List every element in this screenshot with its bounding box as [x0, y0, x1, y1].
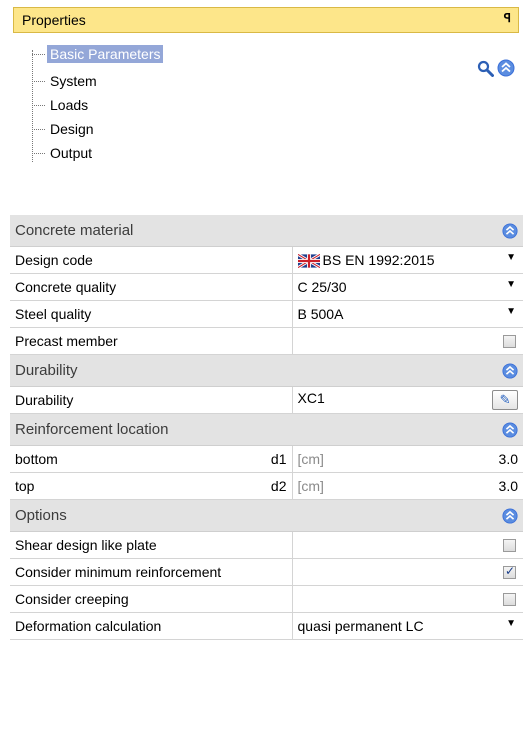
collapse-icon[interactable]: [502, 422, 518, 438]
unit-label: [cm]: [297, 478, 324, 494]
tree-line: [32, 50, 33, 162]
property-row-shear-design[interactable]: Shear design like plate: [10, 531, 524, 559]
category-concrete-material[interactable]: Concrete material: [10, 215, 524, 247]
property-grid: Concrete material Design code BS EN 1992…: [10, 215, 524, 640]
unit-label: [cm]: [297, 451, 324, 467]
symbol-label: d2: [270, 478, 287, 494]
top-cover-input[interactable]: [cm] 3.0: [291, 472, 524, 500]
property-label: Design code: [10, 246, 292, 274]
tree-item-label: Basic Parameters: [47, 45, 164, 63]
property-label: Consider minimum reinforcement: [10, 558, 292, 586]
uk-flag-icon: [297, 254, 320, 268]
property-label: Steel quality: [10, 300, 292, 328]
collapse-icon[interactable]: [502, 363, 518, 379]
edit-icon: ✎: [499, 392, 511, 407]
pin-icon[interactable]: ꟼ: [504, 11, 511, 25]
chevron-down-icon[interactable]: ▼: [506, 252, 516, 263]
category-reinforcement-location[interactable]: Reinforcement location: [10, 413, 524, 446]
precast-member-checkbox[interactable]: [503, 334, 517, 348]
category-title: Options: [15, 507, 67, 524]
property-row-creeping[interactable]: Consider creeping: [10, 585, 524, 613]
tree-item-label: Output: [50, 145, 93, 161]
property-row-precast-member[interactable]: Precast member: [10, 327, 524, 355]
property-label: Precast member: [10, 327, 292, 355]
property-row-concrete-quality[interactable]: Concrete quality C 25/30 ▼: [10, 273, 524, 301]
property-row-durability[interactable]: Durability XC1 ✎: [10, 386, 524, 414]
property-label: Consider creeping: [10, 585, 292, 613]
steel-quality-value: B 500A: [297, 306, 344, 322]
property-label: bottom: [15, 451, 58, 467]
category-options[interactable]: Options: [10, 499, 524, 532]
property-label: Shear design like plate: [10, 531, 292, 559]
chevron-down-icon[interactable]: ▼: [506, 279, 516, 290]
property-row-top[interactable]: top d2 [cm] 3.0: [10, 472, 524, 500]
tree-item-label: System: [50, 73, 97, 89]
collapse-icon[interactable]: [502, 223, 518, 239]
navigation-tree: Basic Parameters System Loads Design Out…: [18, 44, 218, 174]
tree-item-label: Design: [50, 121, 94, 137]
property-row-minimum-reinforcement[interactable]: Consider minimum reinforcement: [10, 558, 524, 586]
property-label: Durability: [10, 386, 292, 414]
category-title: Reinforcement location: [15, 421, 169, 438]
design-code-dropdown[interactable]: BS EN 1992:2015 ▼: [291, 246, 524, 274]
property-row-design-code[interactable]: Design code BS EN 1992:2015 ▼: [10, 246, 524, 274]
bottom-cover-value: 3.0: [498, 451, 519, 467]
property-label: top: [15, 478, 35, 494]
top-cover-value: 3.0: [498, 478, 519, 494]
search-icon[interactable]: [477, 60, 494, 77]
chevron-down-icon[interactable]: ▼: [506, 618, 516, 629]
category-durability[interactable]: Durability: [10, 354, 524, 387]
property-label: Deformation calculation: [10, 612, 292, 640]
property-label: Concrete quality: [10, 273, 292, 301]
shear-design-checkbox[interactable]: [503, 538, 517, 552]
properties-panel-header: Properties ꟼ: [13, 7, 519, 33]
deformation-dropdown[interactable]: quasi permanent LC ▼: [291, 612, 524, 640]
tree-item-label: Loads: [50, 97, 89, 113]
concrete-quality-dropdown[interactable]: C 25/30 ▼: [291, 273, 524, 301]
deformation-value: quasi permanent LC: [297, 618, 424, 634]
chevron-down-icon[interactable]: ▼: [506, 306, 516, 317]
durability-value: XC1: [297, 390, 325, 406]
property-row-deformation[interactable]: Deformation calculation quasi permanent …: [10, 612, 524, 640]
category-title: Concrete material: [15, 222, 134, 239]
symbol-label: d1: [270, 451, 287, 467]
collapse-all-icon[interactable]: [497, 59, 515, 77]
bottom-cover-input[interactable]: [cm] 3.0: [291, 445, 524, 473]
panel-title: Properties: [22, 12, 86, 28]
creeping-checkbox[interactable]: [503, 592, 517, 606]
minimum-reinforcement-checkbox[interactable]: [503, 564, 517, 579]
category-title: Durability: [15, 362, 78, 379]
design-code-value: BS EN 1992:2015: [322, 252, 435, 268]
edit-button[interactable]: ✎: [492, 390, 519, 410]
collapse-icon[interactable]: [502, 508, 518, 524]
property-row-bottom[interactable]: bottom d1 [cm] 3.0: [10, 445, 524, 473]
steel-quality-dropdown[interactable]: B 500A ▼: [291, 300, 524, 328]
property-row-steel-quality[interactable]: Steel quality B 500A ▼: [10, 300, 524, 328]
concrete-quality-value: C 25/30: [297, 279, 347, 295]
